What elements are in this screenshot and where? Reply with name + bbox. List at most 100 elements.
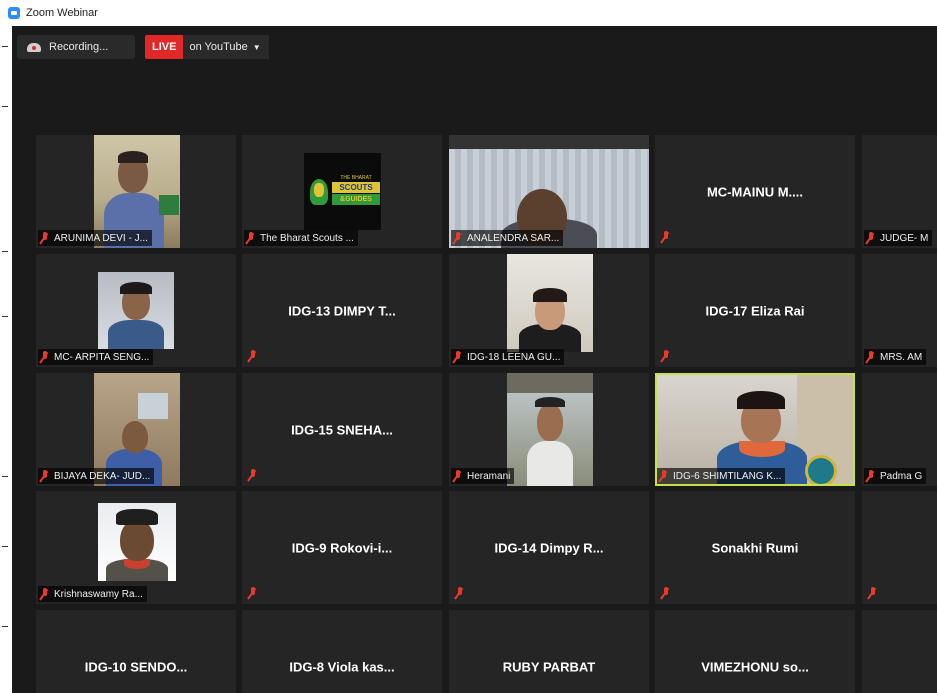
participant-video [507,254,593,352]
participant-label-text: ANALENDRA SAR... [467,232,560,244]
participant-tile[interactable]: Sonakhi Rumi [655,491,855,604]
participant-label: MRS. AM [864,349,927,365]
participant-tile[interactable]: IDG-18 LEENA GU... [449,254,649,367]
muted-mic-icon [40,232,50,244]
participant-tile[interactable]: JUDGE- M [862,135,937,248]
recording-status-button[interactable]: Recording... [17,35,135,59]
participant-name: MC-MAINU M.... [706,184,804,199]
participant-tile[interactable]: Krishnaswamy Ra... [36,491,236,604]
participant-name: IDG-17 Eliza Rai [705,303,805,318]
participant-name: Sonakhi Rumi [711,540,799,555]
participant-video: THE BHARAT SCOUTS &GUIDES [304,153,381,230]
muted-mic-icon [248,350,258,362]
muted-mic-icon [40,470,50,482]
muted-mic-icon [248,587,258,599]
recording-label: Recording... [49,41,109,53]
participant-name: IDG-14 Dimpy R... [494,540,604,555]
participant-label: The Bharat Scouts ... [244,230,358,246]
participant-label: ANALENDRA SAR... [451,230,564,246]
participant-tile[interactable]: MC- ARPITA SENG... [36,254,236,367]
participant-video [98,272,174,349]
muted-mic-icon [455,587,465,599]
muted-mic-icon [868,587,878,599]
participant-label-text: MRS. AM [880,351,923,363]
participant-tile[interactable]: IDG-6 SHIMTILANG K... [655,373,855,486]
muted-mic-icon [40,351,50,363]
muted-mic-icon [866,232,876,244]
participant-label-text: The Bharat Scouts ... [260,232,354,244]
participant-tile[interactable]: ANALENDRA SAR... [449,135,649,248]
live-badge: LIVE [145,35,184,59]
participant-tile[interactable]: ARUNIMA DEVI - J... [36,135,236,248]
muted-mic-icon [866,470,876,482]
participant-tile[interactable]: KEKI [862,491,937,604]
participant-label: Krishnaswamy Ra... [38,586,147,602]
participant-label-text: IDG-18 LEENA GU... [467,351,561,363]
participant-label-text: ARUNIMA DEVI - J... [54,232,148,244]
muted-mic-icon [453,351,463,363]
participant-label: MC- ARPITA SENG... [38,349,154,365]
participant-label: IDG-18 LEENA GU... [451,349,565,365]
participant-tile[interactable]: IDG-17 Eliza Rai [655,254,855,367]
participant-label-text: MC- ARPITA SENG... [54,351,150,363]
muted-mic-icon [453,232,463,244]
participant-label: BIJAYA DEKA- JUD... [38,468,155,484]
muted-mic-icon [661,587,671,599]
participant-label-text: Padma G [880,470,923,482]
participant-tile[interactable]: MRS. AM [862,254,937,367]
participant-name: VIMEZHONU so... [701,659,809,674]
participant-label: Padma G [864,468,927,484]
participant-video [507,373,593,486]
participant-tile[interactable]: IDG-10 SENDO... [36,610,236,693]
muted-mic-icon [248,469,258,481]
participant-tile[interactable]: THE BHARAT SCOUTS &GUIDES The Bharat Scouts… [242,135,442,248]
participant-name: KEKI [862,540,937,555]
participant-name: RUBY PARBAT [502,659,596,674]
participant-label-text: Krishnaswamy Ra... [54,588,143,600]
zoom-app-icon [8,7,20,19]
participant-tile[interactable]: BIJAYA DEKA- JUD... [36,373,236,486]
participant-video [98,503,176,581]
participant-label-text: Heramani [467,470,511,482]
muted-mic-icon [453,470,463,482]
live-stream-dropdown[interactable]: on YouTube ▼ [183,35,269,59]
participant-tile[interactable]: IDG-15 SNEHA... [242,373,442,486]
muted-mic-icon [866,351,876,363]
caret-down-icon: ▼ [252,42,261,52]
participant-tile[interactable]: IDG-13 DIMPY T... [242,254,442,367]
participant-label-text: IDG-6 SHIMTILANG K... [673,470,782,482]
participant-name: IDG-15 SNEHA... [291,422,393,437]
muted-mic-icon [661,231,671,243]
participant-tile[interactable]: Heramani [449,373,649,486]
recording-toolbar: Recording... LIVE on YouTube ▼ [17,35,269,59]
participant-tile[interactable]: IDG-14 Dimpy R... [449,491,649,604]
participant-tile[interactable]: Padma G [862,373,937,486]
participant-tile[interactable]: RUBY PARBAT [449,610,649,693]
window-title: Zoom Webinar [26,7,98,19]
participant-label-text: BIJAYA DEKA- JUD... [54,470,151,482]
stream-destination-label: on YouTube [189,41,248,53]
muted-mic-icon [246,232,256,244]
muted-mic-icon [40,588,50,600]
participant-name: IDG-9 Rokovi-i... [291,540,393,555]
left-background-strip [0,26,12,693]
participant-label: Heramani [451,468,515,484]
muted-mic-icon [661,350,671,362]
participant-tile[interactable]: VIMEZHONU so... [655,610,855,693]
logo-text: THE BHARAT [340,175,372,181]
participant-tile[interactable]: IDG-9 Rokovi-i... [242,491,442,604]
participant-tile[interactable]: MC-MAINU M.... [655,135,855,248]
participant-name: IDG-10 SENDO... [84,659,188,674]
participant-tile[interactable]: IDG-8 Viola kas... [242,610,442,693]
participant-name: IDG-8 Viola kas... [289,659,395,674]
participant-label: IDG-6 SHIMTILANG K... [657,468,786,484]
participant-name: IDG-13 DIMPY T... [288,303,396,318]
webinar-gallery-view: Recording... LIVE on YouTube ▼ ARUNIMA D… [12,26,937,693]
muted-mic-icon [659,470,669,482]
cloud-record-icon [27,42,41,52]
participant-tile[interactable] [862,610,937,693]
participant-label: ARUNIMA DEVI - J... [38,230,152,246]
title-bar: Zoom Webinar [0,0,937,26]
participant-label: JUDGE- M [864,230,933,246]
participant-label-text: JUDGE- M [880,232,929,244]
